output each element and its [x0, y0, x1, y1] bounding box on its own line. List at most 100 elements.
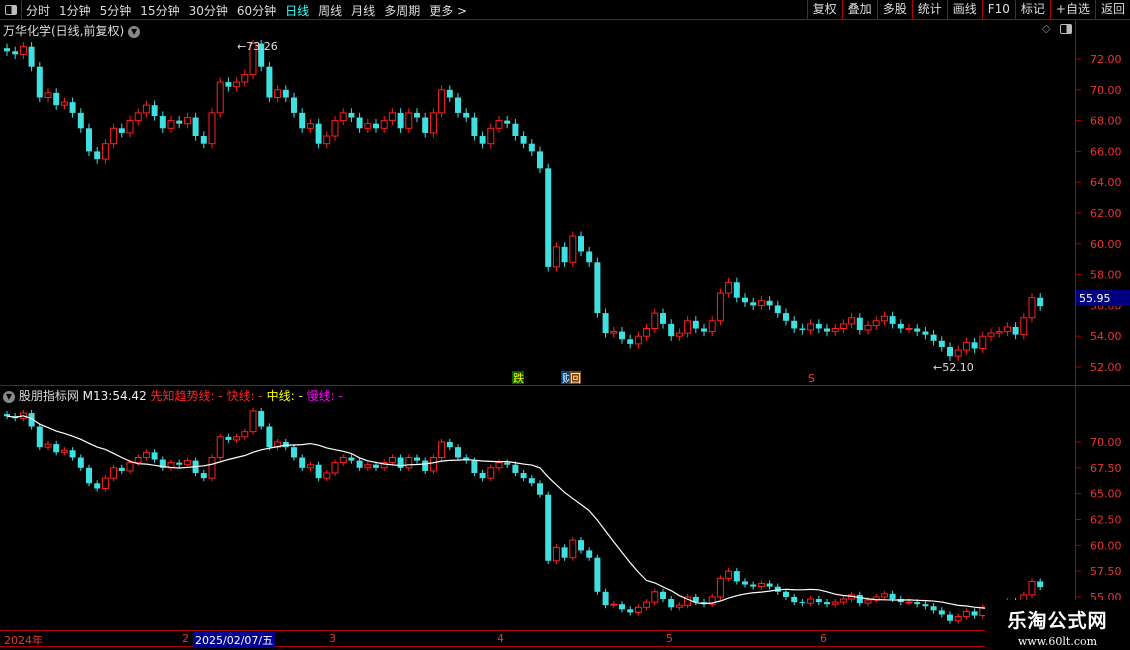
- candle: [578, 236, 584, 252]
- date-label: 3: [329, 632, 336, 645]
- candle: [44, 92, 52, 98]
- candle: [643, 601, 651, 608]
- candle: [947, 346, 953, 357]
- candle: [86, 467, 92, 484]
- candle: [552, 246, 560, 268]
- candle: [799, 328, 806, 331]
- candle: [331, 462, 339, 474]
- candle: [291, 97, 297, 113]
- candle: [962, 610, 970, 618]
- candle: [766, 583, 773, 587]
- candle: [791, 320, 798, 329]
- candle: [495, 462, 503, 469]
- candle: [356, 117, 363, 129]
- candle: [561, 246, 568, 263]
- candle: [241, 431, 249, 438]
- candle: [675, 604, 683, 608]
- candle: [487, 467, 495, 479]
- candle: [388, 112, 396, 122]
- candle: [971, 342, 978, 349]
- watermark: 乐淘公式网 www.60lt.com: [985, 600, 1130, 650]
- candle: [660, 313, 666, 324]
- kline-chart[interactable]: 72.00 70.00 68.00 66.00 64.00 62.00 60.00 58.00…: [0, 0, 1130, 650]
- candle: [528, 143, 535, 152]
- y-tick-label: 65.00: [1090, 488, 1122, 501]
- candle: [331, 120, 339, 137]
- candle: [479, 472, 486, 479]
- candle: [750, 584, 757, 587]
- candle: [716, 577, 724, 598]
- candle: [880, 315, 888, 322]
- event-marker: 跌: [513, 371, 524, 385]
- candle: [487, 127, 495, 145]
- candle: [807, 598, 815, 604]
- candle: [1012, 326, 1019, 335]
- candle: [463, 112, 470, 118]
- candle: [774, 305, 781, 314]
- ma13-line: [6, 415, 1041, 611]
- candle: [586, 251, 593, 263]
- candle: [422, 117, 429, 133]
- candle: [60, 449, 68, 453]
- candle: [77, 457, 84, 468]
- candle: [397, 457, 404, 468]
- candle: [1003, 326, 1011, 333]
- candle: [528, 478, 535, 484]
- y-tick-label: 70.00: [1090, 84, 1122, 97]
- candle: [757, 583, 765, 588]
- candle: [750, 302, 757, 306]
- candle: [455, 447, 461, 458]
- candle: [864, 599, 872, 604]
- candle: [1037, 297, 1044, 307]
- candle: [914, 602, 921, 605]
- candle: [134, 456, 142, 464]
- candle: [126, 462, 134, 472]
- candle: [602, 313, 609, 334]
- candle: [684, 320, 692, 334]
- y-tick-label: 62.50: [1090, 513, 1122, 526]
- date-label: 6: [820, 632, 827, 645]
- y-tick-label: 64.00: [1090, 176, 1122, 189]
- candle: [339, 456, 347, 464]
- candle: [922, 604, 929, 607]
- candle: [1037, 581, 1044, 588]
- candle: [733, 571, 740, 582]
- candle: [922, 331, 929, 335]
- candle: [938, 340, 945, 347]
- candle: [471, 117, 478, 136]
- date-axis: 2024年 2 2025/02/07/五 3 4 5 6: [0, 630, 1075, 648]
- candle: [414, 112, 420, 118]
- candle: [791, 596, 798, 603]
- candle: [799, 602, 806, 604]
- y-tick-label: 72.00: [1090, 53, 1122, 66]
- candle: [208, 456, 216, 479]
- candle: [537, 483, 543, 495]
- candle: [578, 540, 584, 551]
- candle: [839, 598, 847, 603]
- y-tick-label: 68.00: [1090, 115, 1122, 128]
- high-label: ←73.26: [237, 40, 278, 53]
- candle: [233, 436, 241, 441]
- candle: [733, 282, 740, 298]
- candle: [77, 112, 84, 129]
- candle: [176, 462, 183, 465]
- candle: [241, 73, 249, 83]
- candle: [725, 570, 733, 579]
- candle: [176, 120, 183, 124]
- candle: [110, 127, 118, 145]
- candle: [101, 143, 109, 160]
- candle: [167, 120, 175, 129]
- candle: [274, 89, 282, 99]
- candle: [299, 112, 306, 129]
- candle: [627, 339, 634, 344]
- candle: [53, 444, 60, 453]
- candle: [1028, 580, 1036, 596]
- candle: [69, 450, 76, 458]
- candle: [889, 593, 896, 600]
- watermark-name: 乐淘公式网: [1007, 610, 1108, 632]
- candle: [512, 464, 519, 473]
- candle: [848, 317, 856, 325]
- candle: [405, 112, 413, 129]
- candle: [634, 335, 642, 345]
- candle: [306, 464, 314, 469]
